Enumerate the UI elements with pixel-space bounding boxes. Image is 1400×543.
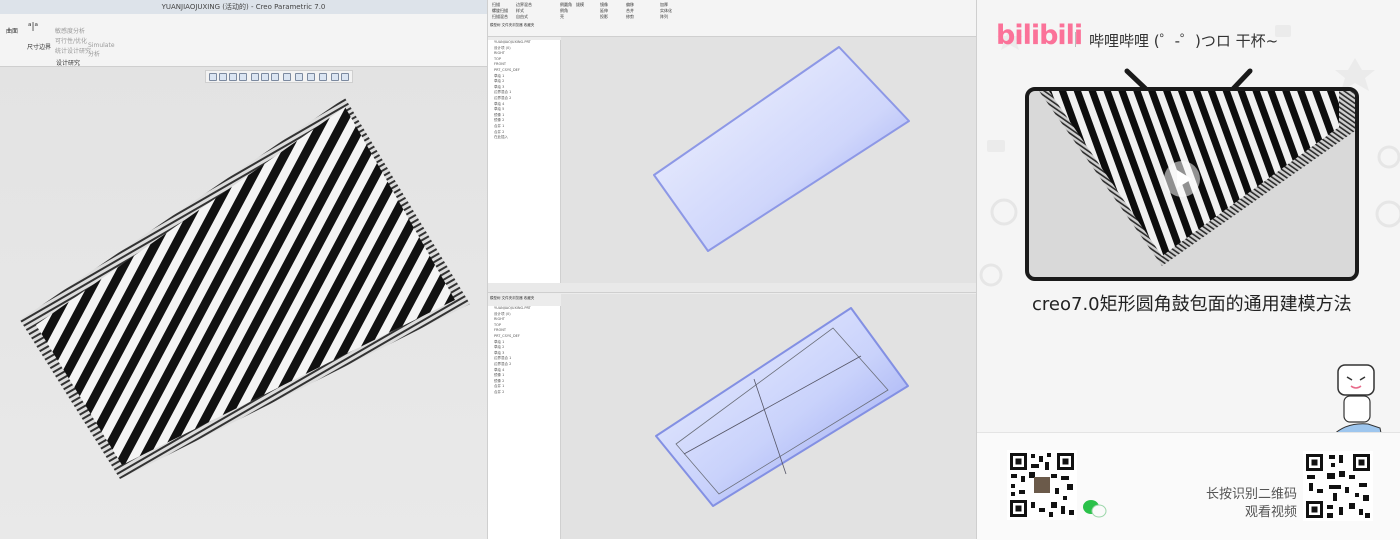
logo-separator (1075, 32, 1076, 47)
scan-hint: 长按识别二维码 (1205, 487, 1297, 502)
tab-favorites[interactable]: 收藏夹 (524, 23, 535, 27)
video-title: creo7.0矩形圆角鼓包面的通用建模方法 (1032, 294, 1352, 315)
ribbon-analysis: 曲面 ᵃ|ᵃ 尺寸边界 敏感度分析 可行性/优化 统计设计研究 Simulate… (0, 14, 487, 67)
spin-center-icon[interactable] (307, 73, 315, 81)
pause-icon[interactable] (331, 73, 339, 81)
model-tree-top: YUANJIAOJUXING.PRT 设计项 (0) RIGHT TOP FRO… (488, 40, 561, 283)
feasibility-button[interactable]: 可行性/优化 (55, 36, 87, 45)
tab-folder-browser[interactable]: 文件夹浏览器 (502, 296, 523, 300)
refit-icon[interactable] (209, 73, 217, 81)
graphics-viewport-zebra[interactable] (0, 67, 487, 539)
ribbon-model-top: 扫描 螺旋扫描 扫描混合 边界混合 样式 自由式 倒圆角 倒角 壳 拔模 镜像 … (488, 0, 976, 37)
dimension-boundary-button[interactable]: 尺寸边界 (27, 42, 51, 51)
wechat-icon (1083, 500, 1107, 518)
ribbon-label[interactable]: 自由式 (516, 14, 528, 20)
tree-tabs-bottom: 模型树 文件夹浏览器 收藏夹 (490, 296, 560, 302)
play-button[interactable] (1164, 161, 1200, 197)
ribbon-label[interactable]: 修剪 (626, 14, 634, 20)
surface-dropdown[interactable]: 曲面 (6, 26, 18, 35)
ribbon-label[interactable]: 拔模 (576, 2, 584, 8)
ribbon-label[interactable]: 壳 (560, 14, 564, 20)
design-study-group-label: 设计研究 (56, 60, 81, 67)
tab-favorites[interactable]: 收藏夹 (524, 296, 535, 300)
shaded-model-bottom (655, 307, 909, 507)
section-view-icon[interactable] (341, 73, 349, 81)
saved-views-icon[interactable] (251, 73, 259, 81)
simulate-button[interactable]: Simulate 分析 (88, 42, 115, 58)
ribbon-label[interactable]: 阵列 (660, 14, 668, 20)
bilibili-slogan: 哔哩哔哩 (゜-゜)つロ 干杯~ (1089, 32, 1279, 50)
play-icon (1177, 170, 1192, 188)
sensitivity-button[interactable]: 敏感度分析 (55, 26, 85, 35)
display-style-icon[interactable] (271, 73, 279, 81)
graphics-viewport-top[interactable] (561, 37, 976, 283)
tab-folder-browser[interactable]: 文件夹浏览器 (502, 23, 523, 27)
statistical-design-button[interactable]: 统计设计研究 (55, 46, 91, 55)
wechat-qr-code[interactable] (1007, 450, 1077, 520)
model-tree-bottom: YUANJIAOJUXING.PRT 设计项 (0) RIGHT TOP FRO… (488, 306, 561, 539)
zoom-out-icon[interactable] (229, 73, 237, 81)
zoom-in-icon[interactable] (219, 73, 227, 81)
window-bar-bottom (488, 283, 976, 293)
datum-display-icon[interactable] (295, 73, 303, 81)
annotation-display-icon[interactable] (319, 73, 327, 81)
repaint-icon[interactable] (239, 73, 247, 81)
tab-model-tree[interactable]: 模型树 (490, 23, 501, 27)
bilibili-logo: bilibili (996, 20, 1083, 51)
graphics-viewport-bottom[interactable] (561, 294, 976, 539)
perspective-icon[interactable] (283, 73, 291, 81)
tree-tabs: 模型树 文件夹浏览器 收藏夹 (490, 23, 560, 29)
shaded-model-top (653, 46, 910, 252)
zebra-stripe-model (20, 98, 470, 479)
tab-model-tree[interactable]: 模型树 (490, 296, 501, 300)
video-qr-code[interactable] (1303, 451, 1373, 521)
dimension-icon: ᵃ|ᵃ (28, 22, 39, 32)
video-thumbnail[interactable] (1025, 87, 1359, 281)
view-manager-icon[interactable] (261, 73, 269, 81)
tree-item[interactable]: 在此插入 (488, 135, 560, 141)
window-title: YUANJIAOJUXING (活动的) - Creo Parametric 7… (0, 0, 487, 14)
watch-hint: 观看视频 (1244, 505, 1297, 520)
ribbon-label[interactable]: 扫描混合 (492, 14, 508, 20)
ribbon-label[interactable]: 投影 (600, 14, 608, 20)
view-toolbar (205, 70, 353, 83)
tree-item[interactable]: 合并 2 (488, 390, 560, 396)
